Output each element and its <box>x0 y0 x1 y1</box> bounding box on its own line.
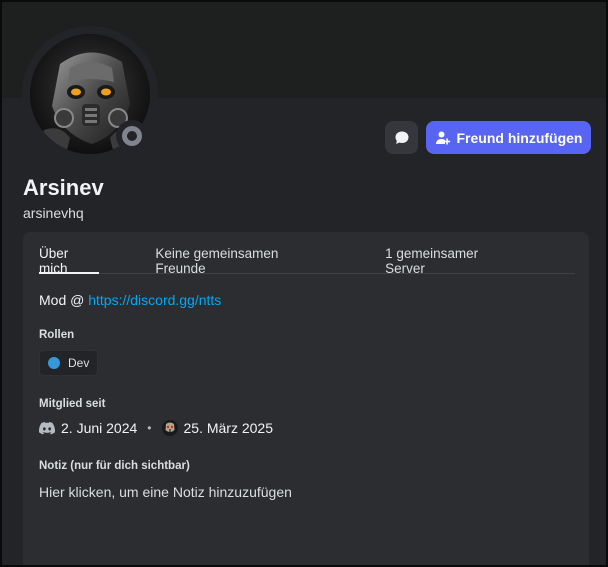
role-name: Dev <box>68 356 90 370</box>
date-separator: • <box>147 421 152 435</box>
username: arsinevhq <box>23 205 84 221</box>
status-indicator <box>116 120 148 152</box>
tab-mutual-servers[interactable]: 1 gemeinsamer Server <box>385 246 519 276</box>
note-heading: Notiz (nur für dich sichtbar) <box>39 460 190 472</box>
role-color-dot <box>48 357 60 369</box>
profile-tabs: Über mich Keine gemeinsamen Freunde 1 ge… <box>39 246 575 276</box>
profile-details-card: Über mich Keine gemeinsamen Freunde 1 ge… <box>23 232 589 565</box>
chat-bubble-icon <box>395 131 408 144</box>
add-friend-label: Freund hinzufügen <box>456 129 583 146</box>
roles-heading: Rollen <box>39 329 75 341</box>
invite-link[interactable]: https://discord.gg/ntts <box>88 292 221 308</box>
discord-join-date: 2. Juni 2024 <box>61 420 138 436</box>
discord-logo-icon <box>39 422 55 435</box>
member-since-heading: Mitglied seit <box>39 398 106 410</box>
note-input[interactable]: Hier klicken, um eine Notiz hinzuzufügen <box>39 484 292 500</box>
server-icon[interactable] <box>161 420 178 436</box>
about-prefix: Mod @ <box>39 292 89 308</box>
server-join-date: 25. März 2025 <box>183 420 274 436</box>
message-button[interactable] <box>385 121 418 154</box>
display-name: Arsinev <box>23 175 104 200</box>
role-chip-dev[interactable]: Dev <box>39 350 99 376</box>
tab-about-me[interactable]: Über mich <box>39 246 100 276</box>
member-since-row: 2. Juni 2024 • 25. März 2025 <box>39 420 273 436</box>
offline-status-icon <box>122 126 142 146</box>
profile-popout: Freund hinzufügen Arsinev arsinevhq Über… <box>0 0 608 567</box>
about-me-text: Mod @ https://discord.gg/ntts <box>39 292 221 308</box>
server-helmet-icon <box>161 420 178 436</box>
add-friend-button[interactable]: Freund hinzufügen <box>426 121 591 154</box>
avatar-container[interactable] <box>22 26 158 162</box>
person-add-icon <box>435 131 450 144</box>
tab-mutual-friends[interactable]: Keine gemeinsamen Freunde <box>155 246 329 276</box>
